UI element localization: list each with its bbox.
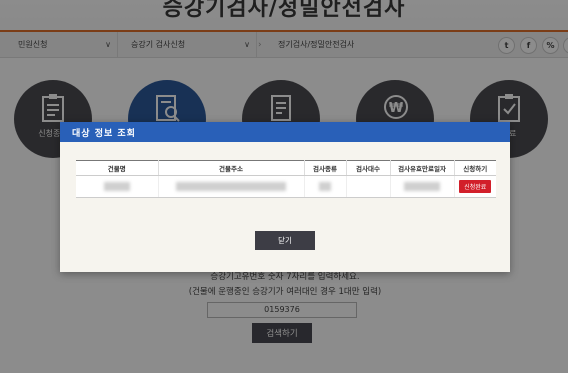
- column-header-building-name: 건물명: [76, 160, 159, 176]
- modal-title: 대상 정보 조회: [72, 129, 136, 139]
- redacted-text: [404, 182, 440, 191]
- cell-building-address: [158, 175, 305, 198]
- column-header-inspection-count: 검사대수: [346, 160, 391, 176]
- cell-expiry-date: [390, 175, 455, 198]
- cell-building-name: [76, 175, 159, 198]
- cell-apply: 신청완료: [454, 175, 496, 198]
- result-table: 건물명 건물주소 검사종류 검사대수 검사유효만료일자 신청하기 신청완료: [76, 160, 496, 198]
- modal-header: 대상 정보 조회: [60, 122, 510, 142]
- close-button[interactable]: 닫기: [255, 231, 315, 250]
- column-header-inspection-type: 검사종류: [304, 160, 347, 176]
- apply-complete-badge[interactable]: 신청완료: [459, 180, 492, 193]
- redacted-text: [103, 182, 130, 191]
- table-header-row: 건물명 건물주소 검사종류 검사대수 검사유효만료일자 신청하기: [76, 160, 496, 176]
- redacted-text: [319, 182, 331, 191]
- cell-inspection-count: [346, 175, 391, 198]
- column-header-building-address: 건물주소: [158, 160, 305, 176]
- column-header-expiry-date: 검사유효만료일자: [390, 160, 455, 176]
- column-header-apply: 신청하기: [454, 160, 496, 176]
- target-info-modal: 대상 정보 조회 건물명 건물주소 검사종류 검사대수 검사유효만료일자 신청하…: [60, 122, 510, 272]
- redacted-text: [176, 182, 286, 191]
- modal-body: 건물명 건물주소 검사종류 검사대수 검사유효만료일자 신청하기 신청완료 닫기: [60, 142, 510, 272]
- table-row: 신청완료: [76, 175, 496, 198]
- cell-inspection-type: [304, 175, 347, 198]
